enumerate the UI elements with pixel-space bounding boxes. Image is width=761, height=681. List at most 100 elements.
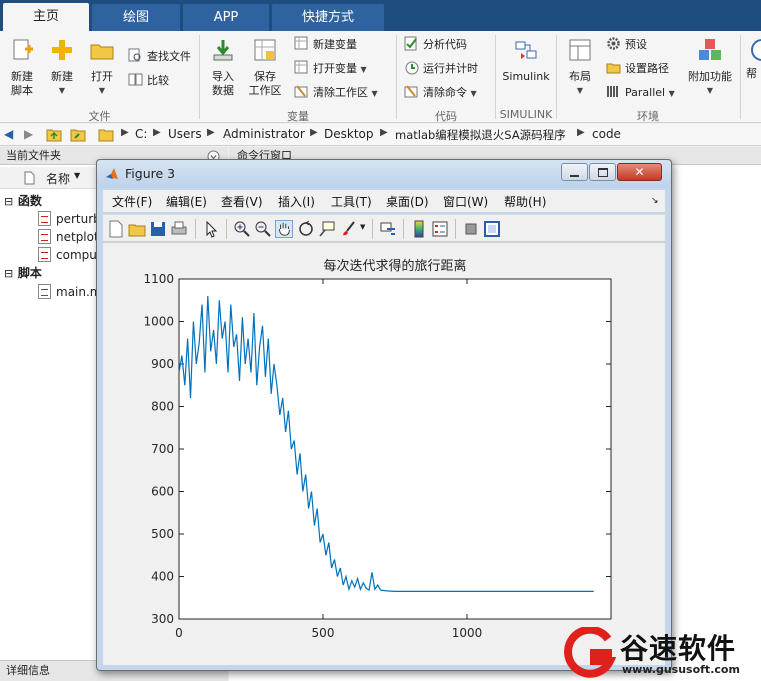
help-button[interactable]: 帮: [746, 37, 761, 81]
tab-shortcuts[interactable]: 快捷方式: [272, 4, 384, 31]
path-segment[interactable]: Desktop: [324, 127, 374, 141]
file-name: main.m: [56, 285, 102, 299]
link-plot-icon[interactable]: [379, 220, 397, 238]
forward-arrow-icon[interactable]: ▶: [24, 127, 33, 141]
list-item[interactable]: compu: [38, 246, 97, 264]
new-button[interactable]: 新建 ▼: [46, 37, 78, 98]
show-plot-tools-icon[interactable]: [483, 220, 501, 238]
watermark-url: www.gususoft.com: [622, 663, 740, 676]
save-workspace-button[interactable]: 保存 工作区: [246, 37, 284, 98]
import-data-label: 导入 数据: [212, 70, 234, 97]
back-arrow-icon[interactable]: ◀: [4, 127, 13, 141]
scripts-group[interactable]: ⊟ 脚本: [4, 264, 42, 282]
import-data-button[interactable]: 导入 数据: [206, 37, 240, 98]
addons-label: 附加功能: [688, 70, 732, 83]
dock-figure-icon[interactable]: ↘: [651, 196, 659, 206]
rotate-3d-icon[interactable]: [297, 220, 315, 238]
up-folder-icon[interactable]: [46, 127, 62, 142]
tab-home[interactable]: 主页: [3, 3, 89, 31]
list-item[interactable]: main.m: [38, 283, 102, 301]
clear-commands-button[interactable]: 清除命令 ▼: [404, 83, 477, 103]
collapse-icon[interactable]: ⊟: [4, 265, 14, 283]
browse-folder-icon[interactable]: [70, 127, 86, 142]
function-file-icon: [38, 247, 51, 262]
minimize-button[interactable]: [561, 163, 588, 181]
compare-button[interactable]: 比较: [128, 71, 169, 91]
brush-icon[interactable]: [340, 220, 358, 238]
save-workspace-icon: [254, 39, 276, 61]
scripts-group-label: 脚本: [17, 266, 42, 280]
find-files-button[interactable]: 查找文件: [128, 47, 191, 67]
sort-dropdown-icon[interactable]: ▼: [74, 171, 80, 180]
line-chart[interactable]: 每次迭代求得的旅行距离 300 400 500 600 700 800 900 1000 1100…: [103, 243, 665, 665]
zoom-in-icon[interactable]: [233, 220, 251, 238]
save-icon[interactable]: [149, 220, 167, 238]
simulink-label: Simulink: [502, 70, 550, 83]
preferences-button[interactable]: 预设: [606, 35, 647, 55]
insert-legend-icon[interactable]: [431, 220, 449, 238]
path-segment[interactable]: Administrator: [223, 127, 305, 141]
open-file-icon[interactable]: [128, 220, 146, 238]
brush-dropdown-icon[interactable]: ▼: [360, 223, 365, 231]
print-icon[interactable]: [170, 220, 188, 238]
menu-desktop[interactable]: 桌面(D): [386, 193, 429, 210]
menu-edit[interactable]: 编辑(E): [166, 193, 207, 210]
menu-help[interactable]: 帮助(H): [504, 193, 546, 210]
set-path-button[interactable]: 设置路径: [606, 59, 669, 79]
gear-icon: [607, 37, 620, 50]
pointer-icon[interactable]: [202, 220, 220, 238]
new-variable-icon: [294, 36, 308, 50]
close-icon: ✕: [634, 165, 645, 179]
tab-plots[interactable]: 绘图: [92, 4, 180, 31]
path-segment[interactable]: code: [592, 127, 621, 141]
path-segment[interactable]: matlab编程模拟退火SA源码程序: [395, 127, 566, 143]
open-button[interactable]: 打开 ▼: [86, 37, 118, 98]
menu-file[interactable]: 文件(F): [112, 193, 152, 210]
new-script-button[interactable]: 新建 脚本: [6, 37, 38, 98]
y-tick-label: 800: [151, 400, 174, 414]
menu-insert[interactable]: 插入(I): [278, 193, 315, 210]
data-cursor-icon[interactable]: [318, 220, 336, 238]
path-segment[interactable]: C:: [135, 127, 147, 141]
menu-window[interactable]: 窗口(W): [443, 193, 488, 210]
path-segment[interactable]: Users: [168, 127, 202, 141]
addons-button[interactable]: 附加功能 ▼: [686, 37, 734, 98]
menu-view[interactable]: 查看(V): [221, 193, 263, 210]
zoom-out-icon[interactable]: [254, 220, 272, 238]
run-and-time-button[interactable]: 运行并计时: [404, 59, 478, 79]
figure-canvas[interactable]: 每次迭代求得的旅行距离 300 400 500 600 700 800 900 1000 1100…: [103, 243, 665, 665]
run-and-time-icon: [405, 61, 419, 75]
path-separator-icon: ▶: [121, 127, 129, 138]
figure-window: Figure 3 ✕ 文件(F) 编辑(E) 查看(V) 插入(I) 工具(T)…: [96, 159, 672, 671]
tab-apps[interactable]: APP: [183, 4, 269, 31]
open-variable-button[interactable]: 打开变量 ▼: [294, 59, 367, 79]
new-variable-button[interactable]: 新建变量: [294, 35, 357, 55]
layout-button[interactable]: 布局 ▼: [563, 37, 597, 98]
functions-group[interactable]: ⊟ 函数: [4, 192, 42, 210]
variable-group-label: 变量: [287, 110, 309, 123]
close-button[interactable]: ✕: [617, 163, 662, 181]
list-item[interactable]: perturb: [38, 210, 101, 228]
analyze-code-button[interactable]: 分析代码: [404, 35, 467, 55]
import-data-icon: [213, 40, 233, 61]
path-separator-icon: ▶: [207, 127, 215, 138]
ribbon-toolstrip: 新建 脚本 新建 ▼ 打开 ▼ 查找文件 比较 文件 导入 数据 保存 工作区 …: [0, 31, 761, 123]
menu-tools[interactable]: 工具(T): [331, 193, 372, 210]
folder-open-icon: [90, 44, 114, 60]
compare-label: 比较: [147, 74, 169, 87]
pan-hand-icon[interactable]: [275, 220, 293, 238]
simulink-button[interactable]: Simulink: [501, 37, 551, 84]
parallel-button[interactable]: Parallel ▼: [606, 83, 675, 103]
list-item[interactable]: netplot: [38, 228, 99, 246]
hide-plot-tools-icon[interactable]: [462, 220, 480, 238]
maximize-button[interactable]: [589, 163, 616, 181]
clear-workspace-button[interactable]: 清除工作区 ▼: [294, 83, 378, 103]
group-divider: [495, 35, 496, 119]
path-separator-icon: ▶: [380, 127, 388, 138]
new-figure-icon[interactable]: [107, 220, 125, 238]
insert-colorbar-icon[interactable]: [410, 220, 428, 238]
figure-title-bar[interactable]: Figure 3 ✕: [97, 160, 671, 188]
name-column-header[interactable]: 名称: [46, 170, 70, 187]
y-tick-label: 600: [151, 485, 174, 499]
collapse-icon[interactable]: ⊟: [4, 193, 14, 211]
